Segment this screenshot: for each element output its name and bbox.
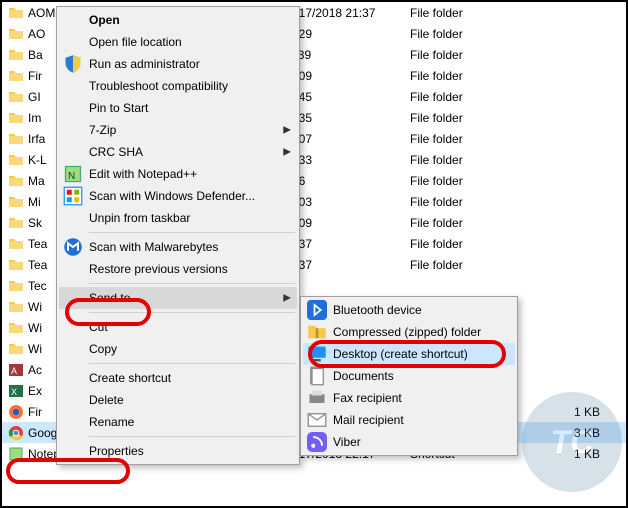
chevron-right-icon: ▶ — [283, 293, 291, 304]
file-date: 11:39 — [282, 48, 410, 62]
file-date: 12:03 — [282, 195, 410, 209]
viber-icon — [307, 434, 327, 450]
menu-pin-start[interactable]: Pin to Start — [59, 97, 297, 119]
bluetooth-icon — [307, 302, 327, 318]
folder-icon — [8, 89, 24, 105]
file-date: 12/17/2018 21:37 — [282, 6, 410, 20]
file-size: 3 KB — [538, 426, 608, 440]
folder-icon — [8, 131, 24, 147]
menu-send-to[interactable]: Send to▶ — [59, 287, 297, 309]
svg-text:X: X — [11, 387, 17, 397]
folder-icon — [8, 5, 24, 21]
chevron-right-icon: ▶ — [283, 125, 291, 136]
shield-icon — [63, 56, 83, 72]
menu-create-shortcut[interactable]: Create shortcut — [59, 367, 297, 389]
menu-restore[interactable]: Restore previous versions — [59, 258, 297, 280]
file-date: 13:09 — [282, 69, 410, 83]
svg-text:N: N — [68, 171, 75, 182]
menu-open[interactable]: Open — [59, 9, 297, 31]
submenu-mail[interactable]: Mail recipient — [303, 409, 515, 431]
menu-7zip[interactable]: 7-Zip▶ — [59, 119, 297, 141]
submenu-viber[interactable]: Viber — [303, 431, 515, 453]
fax-icon — [307, 390, 327, 406]
excel-icon: X — [8, 383, 24, 399]
folder-icon — [8, 236, 24, 252]
folder-icon — [8, 215, 24, 231]
malwarebytes-icon — [63, 239, 83, 255]
file-type: File folder — [410, 69, 538, 83]
submenu-fax[interactable]: Fax recipient — [303, 387, 515, 409]
chrome-icon — [8, 425, 24, 441]
file-type: File folder — [410, 6, 538, 20]
submenu-documents[interactable]: Documents — [303, 365, 515, 387]
file-type: File folder — [410, 90, 538, 104]
zip-icon — [307, 324, 327, 340]
file-type: File folder — [410, 195, 538, 209]
file-size: 1 KB — [538, 405, 608, 419]
file-type: File folder — [410, 27, 538, 41]
menu-delete[interactable]: Delete — [59, 389, 297, 411]
file-size: 1 KB — [538, 447, 608, 461]
folder-icon — [8, 320, 24, 336]
file-date: 21:37 — [282, 258, 410, 272]
folder-icon — [8, 299, 24, 315]
desktop-icon — [307, 346, 327, 362]
menu-properties[interactable]: Properties — [59, 440, 297, 462]
file-date: 00:09 — [282, 216, 410, 230]
file-type: File folder — [410, 48, 538, 62]
menu-unpin[interactable]: Unpin from taskbar — [59, 207, 297, 229]
file-date: 21:45 — [282, 90, 410, 104]
file-date: 10:33 — [282, 153, 410, 167]
notepadpp-icon: N — [63, 166, 83, 182]
folder-icon — [8, 68, 24, 84]
npp-icon — [8, 446, 24, 462]
folder-icon — [8, 278, 24, 294]
file-date: 7:06 — [282, 174, 410, 188]
file-type: File folder — [410, 174, 538, 188]
submenu-desktop[interactable]: Desktop (create shortcut) — [303, 343, 515, 365]
folder-icon — [8, 194, 24, 210]
folder-icon — [8, 173, 24, 189]
folder-icon — [8, 26, 24, 42]
chevron-right-icon: ▶ — [283, 147, 291, 158]
submenu-zip[interactable]: Compressed (zipped) folder — [303, 321, 515, 343]
file-type: File folder — [410, 237, 538, 251]
folder-icon — [8, 341, 24, 357]
menu-copy[interactable]: Copy — [59, 338, 297, 360]
submenu-bluetooth[interactable]: Bluetooth device — [303, 299, 515, 321]
menu-open-location[interactable]: Open file location — [59, 31, 297, 53]
menu-defender[interactable]: Scan with Windows Defender... — [59, 185, 297, 207]
folder-icon — [8, 47, 24, 63]
menu-run-admin[interactable]: Run as administrator — [59, 53, 297, 75]
svg-text:A: A — [11, 366, 17, 376]
menu-cut[interactable]: Cut — [59, 316, 297, 338]
folder-icon — [8, 257, 24, 273]
file-type: File folder — [410, 258, 538, 272]
documents-icon — [307, 368, 327, 384]
file-type: File folder — [410, 132, 538, 146]
defender-icon — [63, 188, 83, 204]
menu-crc[interactable]: CRC SHA▶ — [59, 141, 297, 163]
mail-icon — [307, 412, 327, 428]
file-date: 14:29 — [282, 27, 410, 41]
folder-icon — [8, 110, 24, 126]
file-date: 22:07 — [282, 132, 410, 146]
file-type: File folder — [410, 153, 538, 167]
menu-troubleshoot[interactable]: Troubleshoot compatibility — [59, 75, 297, 97]
file-date: 21:37 — [282, 237, 410, 251]
firefox-icon — [8, 404, 24, 420]
file-type: File folder — [410, 111, 538, 125]
access-icon: A — [8, 362, 24, 378]
folder-icon — [8, 152, 24, 168]
menu-malwarebytes[interactable]: Scan with Malwarebytes — [59, 236, 297, 258]
file-date: 20:35 — [282, 111, 410, 125]
file-type: File folder — [410, 216, 538, 230]
menu-edit-npp[interactable]: NEdit with Notepad++ — [59, 163, 297, 185]
menu-rename[interactable]: Rename — [59, 411, 297, 433]
